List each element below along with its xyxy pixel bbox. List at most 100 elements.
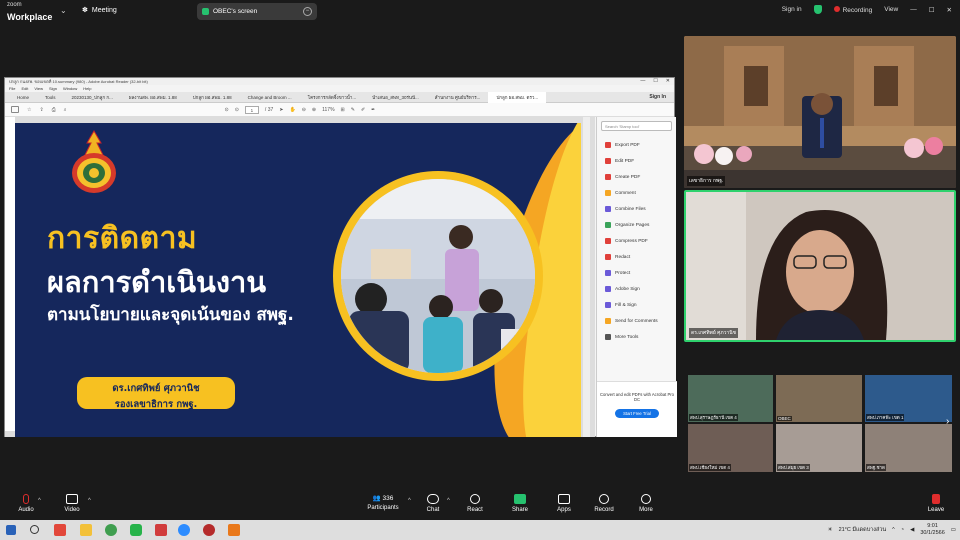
video-tile-secretary-general[interactable]: เลขาธิการ กพฐ.: [684, 36, 956, 188]
pen-icon[interactable]: ✐: [361, 107, 365, 113]
gallery-tile[interactable]: สพป.สมุย เขต 3: [776, 424, 862, 472]
gallery-tile[interactable]: สพฐ.ชาด: [865, 424, 952, 472]
record-button[interactable]: Record: [584, 494, 624, 513]
tool-send-for-comments[interactable]: Send for Comments: [597, 313, 676, 329]
maximize-button[interactable]: ☐: [929, 6, 935, 14]
weather-text[interactable]: 21°C มีแดดบางส่วน: [839, 526, 887, 534]
tab-tools[interactable]: Tools: [37, 95, 64, 100]
create-icon[interactable]: [11, 106, 19, 113]
recording-indicator[interactable]: Recording: [833, 5, 872, 14]
powerpoint-icon[interactable]: [228, 524, 240, 536]
video-tile-active-speaker[interactable]: ดร.เกศทิพย์ ศุภวานิช: [684, 190, 956, 342]
view-button[interactable]: View: [884, 6, 898, 13]
menu-view[interactable]: View: [34, 85, 43, 92]
zoom-in-icon[interactable]: ⊕: [312, 107, 316, 113]
pdf-minimize-button[interactable]: —: [640, 78, 645, 85]
pdf-maximize-button[interactable]: ☐: [653, 78, 657, 85]
minus-icon[interactable]: −: [303, 7, 312, 16]
gallery-tile[interactable]: OBEC: [776, 375, 862, 422]
meeting-info-button[interactable]: ✽ Meeting: [82, 6, 117, 15]
tool-fill-sign[interactable]: Fill & Sign: [597, 297, 676, 313]
vertical-scrollbar[interactable]: [583, 117, 590, 437]
chrome-icon[interactable]: [105, 524, 117, 536]
tab-active-document[interactable]: ปกลูก ผอ.สพม. ตรว...: [488, 91, 547, 103]
chevron-up-icon[interactable]: ^: [447, 498, 450, 504]
chevron-up-icon[interactable]: ^: [88, 498, 91, 504]
share-button[interactable]: Share: [500, 494, 540, 513]
tab-document[interactable]: สำนกงาน ศูนย์บริหาร...: [427, 94, 489, 101]
page-number-input[interactable]: 1: [244, 105, 259, 114]
shield-icon[interactable]: [813, 5, 822, 14]
chevron-up-icon[interactable]: ^: [38, 498, 41, 504]
tab-document[interactable]: นำเสนอ_สพท_30ร่นนี...: [364, 94, 427, 101]
tool-organize-pages[interactable]: Organize Pages: [597, 217, 676, 233]
tool-combine-files[interactable]: Combine Files: [597, 201, 676, 217]
search-icon[interactable]: [30, 525, 39, 534]
tab-document[interactable]: โครงการกลัดจิ้งขาวน้ำ...: [300, 94, 364, 101]
tool-edit-pdf[interactable]: Edit PDF: [597, 153, 676, 169]
search-icon[interactable]: ⌕: [64, 107, 67, 113]
document-view[interactable]: การติดตาม ผลการดำเนินงาน ตามนโยบายและจุด…: [5, 117, 595, 437]
tool-export-pdf[interactable]: Export PDF: [597, 137, 676, 153]
gallery-next-icon[interactable]: ›: [946, 416, 949, 427]
app-icon[interactable]: [54, 524, 66, 536]
zoom-icon[interactable]: [178, 524, 190, 536]
print-icon[interactable]: ⎙: [52, 107, 56, 113]
start-free-trial-button[interactable]: Start Free Trial: [615, 409, 659, 418]
pdf-close-button[interactable]: ✕: [666, 78, 670, 85]
file-explorer-icon[interactable]: [80, 524, 92, 536]
tools-search-input[interactable]: Search 'Stamp tool': [601, 121, 672, 131]
chevron-up-icon[interactable]: ^: [892, 527, 895, 533]
windows-start-icon[interactable]: [6, 525, 16, 535]
app-icon[interactable]: [203, 524, 215, 536]
tab-home[interactable]: Home: [9, 95, 37, 100]
tool-protect[interactable]: Protect: [597, 265, 676, 281]
upload-icon[interactable]: ⇪: [39, 107, 43, 113]
gallery-tile[interactable]: สพป.ภาคฟ้ะ เขต 1: [865, 375, 952, 422]
hand-icon[interactable]: ✋: [289, 107, 295, 113]
leave-button[interactable]: Leave: [916, 494, 956, 513]
more-button[interactable]: More: [626, 494, 666, 513]
volume-icon[interactable]: ◀: [910, 527, 914, 533]
comment-icon[interactable]: ✎: [351, 107, 355, 113]
tab-document[interactable]: Change and Broom ...: [240, 95, 300, 100]
participants-button[interactable]: 👥 336 Participants: [358, 494, 408, 511]
zoom-level-select[interactable]: 117%: [322, 107, 334, 113]
close-button[interactable]: ✕: [947, 6, 952, 14]
menu-help[interactable]: Help: [83, 85, 91, 92]
tool-comment[interactable]: Comment: [597, 185, 676, 201]
menu-sign[interactable]: Sign: [49, 85, 57, 92]
chevron-down-icon[interactable]: ⌄: [60, 6, 67, 15]
acrobat-icon[interactable]: [155, 524, 167, 536]
sign-in-link[interactable]: Sign in: [782, 6, 802, 13]
minimize-button[interactable]: —: [910, 6, 917, 13]
apps-button[interactable]: Apps: [544, 494, 584, 513]
tool-compress-pdf[interactable]: Compress PDF: [597, 233, 676, 249]
gallery-tile[interactable]: สพป.สุราษฎร์ธานี เขต 4: [688, 375, 773, 422]
weather-icon[interactable]: ☀: [828, 527, 833, 533]
tab-document[interactable]: ปกลูก ผอ.สพม. 1.88: [185, 94, 240, 101]
gallery-tile[interactable]: สพป.เชียงใหม่ เขต 4: [688, 424, 773, 472]
pdf-sign-in-button[interactable]: Sign In: [649, 94, 666, 100]
video-button[interactable]: Video: [52, 494, 92, 513]
tab-document[interactable]: ผลงานสพ. ผอ.สพม. 1.88: [121, 94, 185, 101]
tab-document[interactable]: 20230130_ปกลูก ก...: [64, 94, 121, 101]
wifi-icon[interactable]: ◔: [901, 527, 904, 533]
sign-icon[interactable]: ✒: [371, 107, 375, 113]
menu-file[interactable]: File: [9, 85, 15, 92]
tool-create-pdf[interactable]: Create PDF: [597, 169, 676, 185]
prev-page-icon[interactable]: ⊙: [225, 107, 229, 113]
tool-more-tools[interactable]: More Tools: [597, 329, 676, 345]
tool-adobe-sign[interactable]: Adobe Sign: [597, 281, 676, 297]
next-page-icon[interactable]: ⊙: [235, 107, 239, 113]
line-icon[interactable]: [130, 524, 142, 536]
tool-redact[interactable]: Redact: [597, 249, 676, 265]
menu-window[interactable]: Window: [63, 85, 77, 92]
fit-page-icon[interactable]: ⊞: [341, 107, 345, 113]
zoom-out-icon[interactable]: ⊖: [302, 107, 306, 113]
view-options-pill[interactable]: OBEC's screen −: [197, 3, 317, 20]
notification-icon[interactable]: ▭: [951, 527, 956, 533]
chevron-up-icon[interactable]: ^: [408, 498, 411, 504]
menu-edit[interactable]: Edit: [21, 85, 28, 92]
cursor-icon[interactable]: ➤: [279, 107, 283, 113]
